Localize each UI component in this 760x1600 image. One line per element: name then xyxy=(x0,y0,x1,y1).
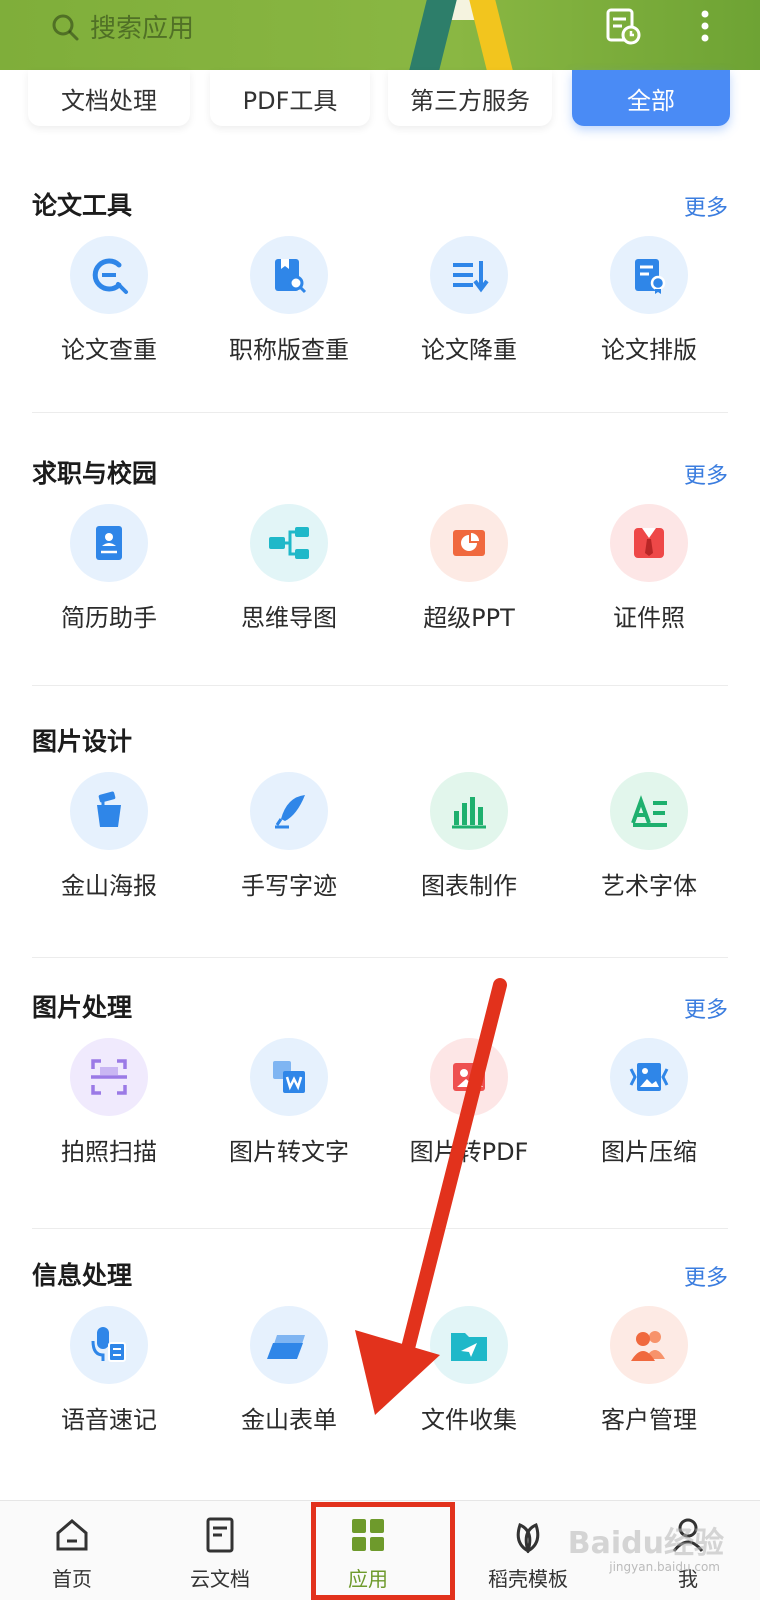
tab-all[interactable]: 全部 xyxy=(572,70,730,126)
more-link[interactable]: 更多 xyxy=(684,458,728,490)
thesis-check-icon xyxy=(70,236,148,314)
app-label: 客户管理 xyxy=(601,1406,697,1434)
section-title: 图片设计 xyxy=(32,727,133,756)
app-label: 语音速记 xyxy=(61,1406,157,1434)
app-label: 图表制作 xyxy=(421,872,517,900)
app-thesis-layout[interactable]: 论文排版 xyxy=(559,236,739,365)
divider xyxy=(32,685,728,686)
app-header: 搜索应用 xyxy=(0,0,760,70)
app-image-compress[interactable]: 图片压缩 xyxy=(559,1038,739,1167)
image-compress-icon xyxy=(610,1038,688,1116)
app-label: 简历助手 xyxy=(61,604,157,632)
section-title: 求职与校园 xyxy=(32,459,158,488)
app-mindmap[interactable]: 思维导图 xyxy=(199,504,379,633)
app-handwriting[interactable]: 手写字迹 xyxy=(199,772,379,901)
nav-cloud-doc[interactable]: 云文档 xyxy=(160,1515,280,1592)
nav-label: 云文档 xyxy=(190,1567,250,1591)
app-reduce-duplicate[interactable]: 论文降重 xyxy=(379,236,559,365)
section-title: 信息处理 xyxy=(32,1261,133,1290)
mindmap-icon xyxy=(250,504,328,582)
app-label: 论文降重 xyxy=(421,336,517,364)
watermark-url: jingyan.baidu.com xyxy=(609,1560,720,1574)
divider xyxy=(32,957,728,958)
app-label: 证件照 xyxy=(613,604,685,632)
header-decoration xyxy=(466,0,516,70)
section-title: 图片处理 xyxy=(32,993,133,1022)
app-voice-note[interactable]: 语音速记 xyxy=(19,1306,199,1435)
category-tabs: 文档处理 PDF工具 第三方服务 全部 xyxy=(0,70,760,134)
app-resume[interactable]: 简历助手 xyxy=(19,504,199,633)
app-chart-maker[interactable]: 图表制作 xyxy=(379,772,559,901)
file-collect-icon xyxy=(430,1306,508,1384)
app-thesis-check[interactable]: 论文查重 xyxy=(19,236,199,365)
form-icon xyxy=(250,1306,328,1384)
app-poster[interactable]: 金山海报 xyxy=(19,772,199,901)
divider xyxy=(32,1228,728,1229)
app-label: 论文排版 xyxy=(601,336,697,364)
tab-pdf-tools[interactable]: PDF工具 xyxy=(210,70,370,126)
app-form[interactable]: 金山表单 xyxy=(199,1306,379,1435)
app-image-to-pdf[interactable]: 图片转PDF xyxy=(379,1038,559,1167)
image-to-text-icon xyxy=(250,1038,328,1116)
id-photo-icon xyxy=(610,504,688,582)
chart-maker-icon xyxy=(430,772,508,850)
nav-label: 首页 xyxy=(52,1567,92,1591)
app-label: 超级PPT xyxy=(423,604,515,632)
art-font-icon xyxy=(610,772,688,850)
search-bar[interactable]: 搜索应用 xyxy=(50,8,194,45)
app-file-collect[interactable]: 文件收集 xyxy=(379,1306,559,1435)
divider xyxy=(32,412,728,413)
nav-home[interactable]: 首页 xyxy=(12,1515,132,1592)
app-art-font[interactable]: 艺术字体 xyxy=(559,772,739,901)
app-label: 金山海报 xyxy=(61,872,157,900)
app-label: 艺术字体 xyxy=(601,872,697,900)
search-input[interactable]: 搜索应用 xyxy=(90,8,194,45)
app-super-ppt[interactable]: 超级PPT xyxy=(379,504,559,633)
header-decoration xyxy=(406,0,460,70)
template-leaf-icon xyxy=(516,1522,540,1554)
app-label: 图片转PDF xyxy=(409,1138,529,1166)
app-label: 拍照扫描 xyxy=(61,1138,157,1166)
search-icon xyxy=(52,14,79,40)
cloud-doc-icon xyxy=(206,1517,234,1553)
app-label: 论文查重 xyxy=(61,336,157,364)
more-link[interactable]: 更多 xyxy=(684,992,728,1024)
app-image-to-text[interactable]: 图片转文字 xyxy=(199,1038,379,1167)
tab-third-party[interactable]: 第三方服务 xyxy=(388,70,552,126)
app-label: 文件收集 xyxy=(421,1406,517,1434)
app-title-check[interactable]: 职称版查重 xyxy=(199,236,379,365)
section-title: 论文工具 xyxy=(32,191,133,220)
resume-icon xyxy=(70,504,148,582)
app-customer[interactable]: 客户管理 xyxy=(559,1306,739,1435)
more-vertical-icon[interactable] xyxy=(690,6,720,46)
app-label: 图片压缩 xyxy=(601,1138,697,1166)
app-label: 图片转文字 xyxy=(229,1138,349,1166)
customer-icon xyxy=(610,1306,688,1384)
image-to-pdf-icon xyxy=(430,1038,508,1116)
scan-icon xyxy=(70,1038,148,1116)
history-doc-icon[interactable] xyxy=(602,6,642,46)
watermark-logo: Baidu经验 xyxy=(567,1526,724,1561)
handwriting-icon xyxy=(250,772,328,850)
app-label: 职称版查重 xyxy=(229,336,349,364)
ppt-icon xyxy=(430,504,508,582)
title-check-icon xyxy=(250,236,328,314)
app-label: 金山表单 xyxy=(241,1406,337,1434)
reduce-duplicate-icon xyxy=(430,236,508,314)
nav-label: 稻壳模板 xyxy=(488,1567,568,1591)
poster-icon xyxy=(70,772,148,850)
home-icon xyxy=(56,1519,88,1551)
voice-note-icon xyxy=(70,1306,148,1384)
more-link[interactable]: 更多 xyxy=(684,190,728,222)
app-id-photo[interactable]: 证件照 xyxy=(559,504,739,633)
app-scan[interactable]: 拍照扫描 xyxy=(19,1038,199,1167)
app-label: 手写字迹 xyxy=(241,872,337,900)
app-label: 思维导图 xyxy=(241,604,337,632)
annotation-highlight-box xyxy=(311,1502,455,1600)
more-link[interactable]: 更多 xyxy=(684,1260,728,1292)
thesis-layout-icon xyxy=(610,236,688,314)
tab-doc-processing[interactable]: 文档处理 xyxy=(28,70,190,126)
